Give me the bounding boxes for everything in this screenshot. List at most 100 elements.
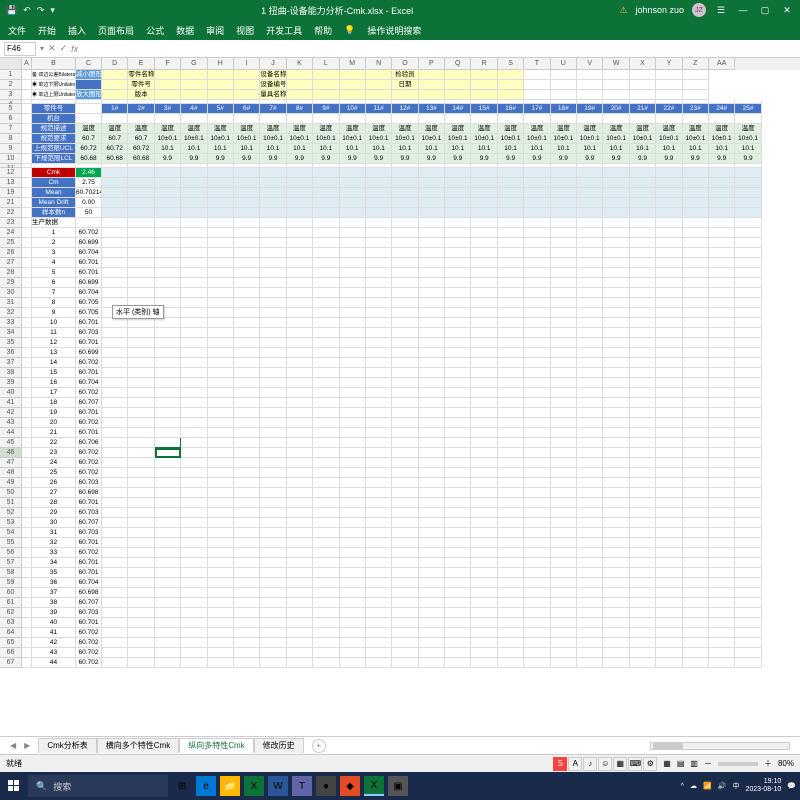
data-value[interactable]: 60.703 [76,328,102,338]
data-index[interactable]: 32 [32,538,76,548]
sheet-nav-prev-icon[interactable]: ◀ [10,741,16,750]
col-header[interactable]: A [22,58,32,70]
data-value[interactable]: 60.698 [76,488,102,498]
label-mean[interactable]: Mean [32,188,76,198]
label-n[interactable]: 样本数n [32,208,76,218]
data-value[interactable]: 60.704 [76,288,102,298]
row-header[interactable]: 54 [0,528,22,538]
row-header[interactable]: 5 [0,104,22,114]
section-header[interactable]: 生产数据 [32,218,76,228]
label-gauge[interactable]: 量具名称 [260,90,286,100]
label-inspector[interactable]: 检验员 [392,70,418,80]
data-value[interactable]: 60.701 [76,618,102,628]
data-index[interactable]: 41 [32,628,76,638]
tab-formulas[interactable]: 公式 [146,24,164,37]
data-index[interactable]: 6 [32,278,76,288]
col-header[interactable]: N [366,58,392,70]
sample-header[interactable]: 24# [709,104,735,114]
data-index[interactable]: 13 [32,348,76,358]
data-value[interactable]: 60.701 [76,428,102,438]
col-header[interactable]: X [630,58,656,70]
data-value[interactable]: 60.702 [76,388,102,398]
teams-icon[interactable]: T [292,776,312,796]
label-device-name[interactable]: 设备名称 [260,70,286,80]
row-header[interactable]: 34 [0,328,22,338]
data-value[interactable]: 60.702 [76,448,102,458]
row-header[interactable]: 45 [0,438,22,448]
data-value[interactable]: 60.704 [76,248,102,258]
lcl-option[interactable]: ◉ 单边上限Unilateral_LCL [32,90,76,100]
tab-developer[interactable]: 开发工具 [266,24,302,37]
row-header[interactable]: 23 [0,218,22,228]
excel-icon[interactable]: X [244,776,264,796]
data-value[interactable]: 60.702 [76,358,102,368]
row-header[interactable]: 55 [0,538,22,548]
row-header[interactable]: 48 [0,468,22,478]
data-index[interactable]: 3 [32,248,76,258]
data-value[interactable]: 60.705 [76,298,102,308]
select-all-corner[interactable] [0,58,22,70]
taskbar-search[interactable]: 🔍 搜索 [28,775,168,797]
shrink-chart-button[interactable]: 减小图形 [76,70,102,80]
word-icon[interactable]: W [268,776,288,796]
view-normal-icon[interactable]: ▦ [663,759,671,768]
tab-home[interactable]: 开始 [38,24,56,37]
undo-icon[interactable]: ↶ [23,5,31,16]
horizontal-scrollbar[interactable] [650,742,790,750]
data-index[interactable]: 31 [32,528,76,538]
label-version[interactable]: 版本 [128,90,154,100]
maximize-button[interactable]: ▢ [758,5,772,16]
data-index[interactable]: 25 [32,468,76,478]
sample-header[interactable]: 23# [683,104,709,114]
data-index[interactable]: 36 [32,578,76,588]
sample-header[interactable]: 22# [656,104,682,114]
data-index[interactable]: 22 [32,438,76,448]
data-index[interactable]: 4 [32,258,76,268]
tab-file[interactable]: 文件 [8,24,26,37]
data-value[interactable]: 60.702 [76,418,102,428]
row-header[interactable]: 13 [0,178,22,188]
sample-header[interactable]: 3# [155,104,181,114]
sample-header[interactable]: 1# [102,104,128,114]
row-header[interactable]: 24 [0,228,22,238]
data-value[interactable]: 60.701 [76,318,102,328]
namebox-dropdown-icon[interactable]: ▾ [40,44,44,53]
data-index[interactable]: 10 [32,318,76,328]
row-header[interactable]: 2 [0,80,22,90]
row-header[interactable]: 62 [0,608,22,618]
user-name[interactable]: johnson zuo [635,5,684,15]
row-header[interactable]: 44 [0,428,22,438]
start-button[interactable] [4,776,24,796]
data-index[interactable]: 1 [32,228,76,238]
sample-header[interactable]: 16# [498,104,524,114]
row-header[interactable]: 9 [0,144,22,154]
data-value[interactable]: 60.698 [76,588,102,598]
data-index[interactable]: 5 [32,268,76,278]
data-value[interactable]: 60.701 [76,368,102,378]
data-index[interactable]: 24 [32,458,76,468]
label-part-no-row[interactable]: 零件号 [32,104,76,114]
data-index[interactable]: 27 [32,488,76,498]
value-drift[interactable]: 0.00 [76,198,102,208]
data-index[interactable]: 11 [32,328,76,338]
col-header[interactable]: S [498,58,524,70]
tolerance-option[interactable]: 备 双边公差Bilateral Tol [32,70,76,80]
data-value[interactable]: 60.702 [76,548,102,558]
data-index[interactable]: 23 [32,448,76,458]
col-header[interactable]: V [577,58,603,70]
data-value[interactable]: 60.699 [76,278,102,288]
col-header[interactable]: T [524,58,550,70]
data-value[interactable]: 60.704 [76,578,102,588]
row-header[interactable]: 25 [0,238,22,248]
sample-header[interactable]: 10# [340,104,366,114]
col-header[interactable]: H [208,58,234,70]
value-cm[interactable]: 2.75 [76,178,102,188]
sample-header[interactable]: 25# [735,104,761,114]
row-header[interactable]: 56 [0,548,22,558]
row-header[interactable]: 8 [0,134,22,144]
data-value[interactable]: 60.701 [76,558,102,568]
zoom-in-icon[interactable]: ＋ [764,758,772,769]
data-value[interactable]: 60.702 [76,638,102,648]
data-index[interactable]: 15 [32,368,76,378]
warning-icon[interactable]: ⚠ [619,5,627,16]
